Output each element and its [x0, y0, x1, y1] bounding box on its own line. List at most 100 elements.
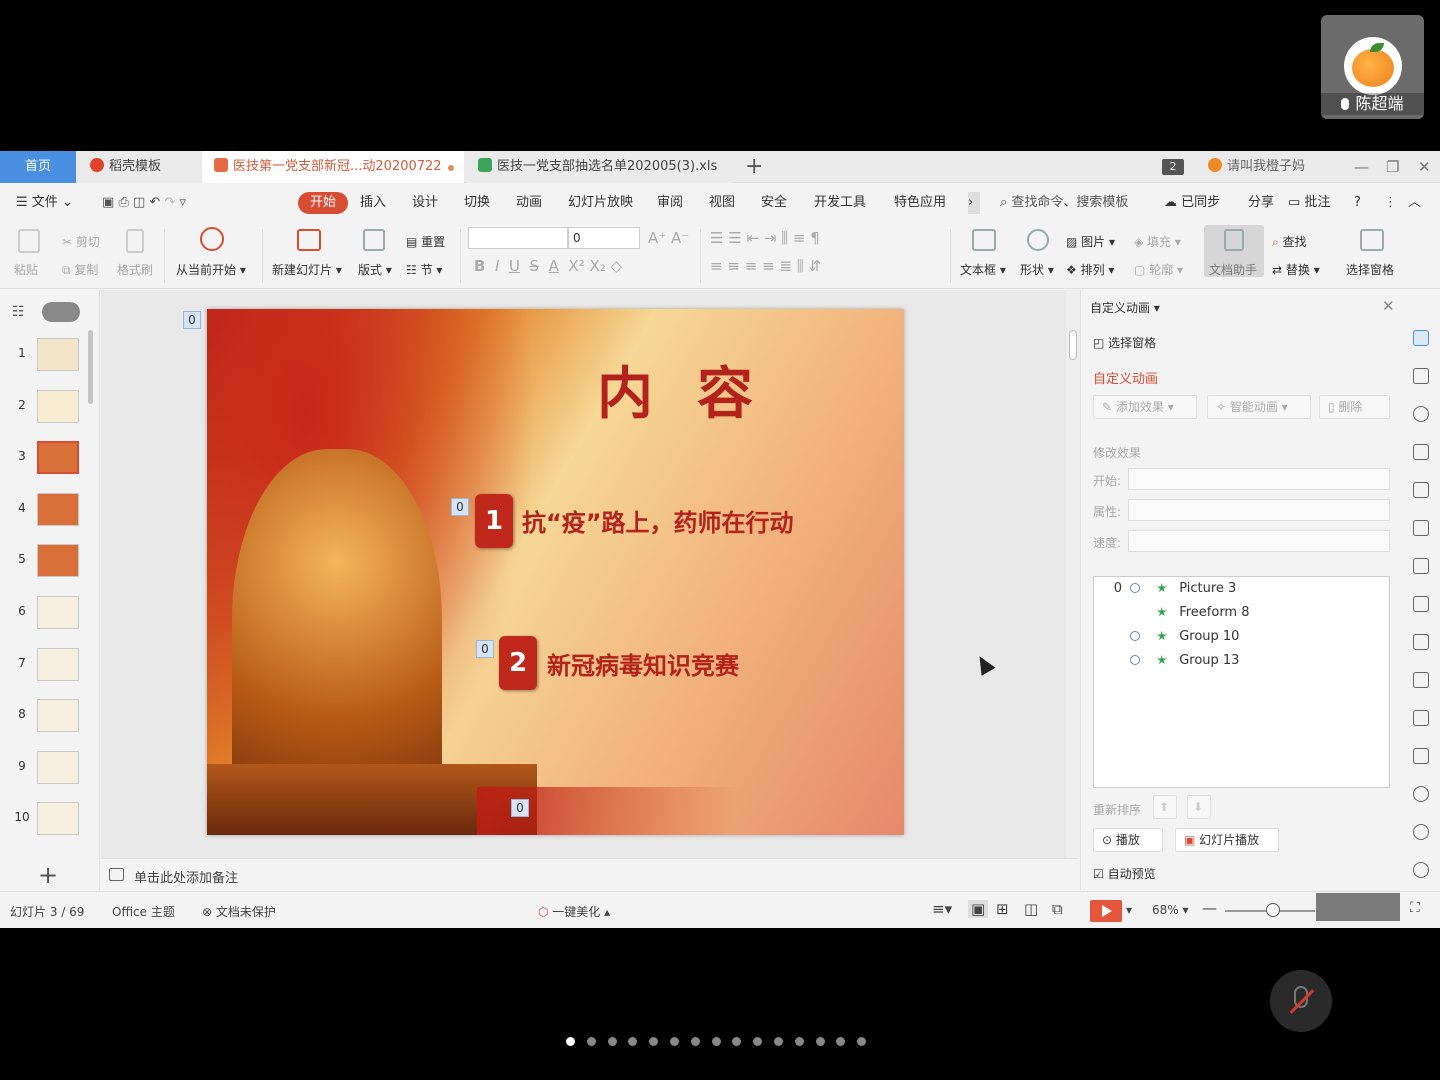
doc-helper-button[interactable]: 文档助手 [1204, 225, 1264, 277]
font-name-field[interactable] [468, 227, 568, 249]
page-dot[interactable] [607, 1037, 617, 1046]
sync-status[interactable]: ☁ 已同步 [1164, 192, 1220, 214]
smart-animation-button[interactable]: ✧ 智能动画 ▾ [1207, 395, 1311, 419]
pane-header[interactable]: 自定义动画 ▾ [1090, 299, 1160, 316]
move-up-icon[interactable]: ⬆ [1153, 795, 1177, 819]
page-dot[interactable] [711, 1037, 721, 1046]
select-pane-icon[interactable] [1360, 229, 1384, 251]
slide-thumbnail[interactable] [37, 389, 79, 423]
justify-icon[interactable]: ≡ [762, 257, 775, 275]
help-button[interactable]: ? [1354, 192, 1361, 214]
tab-home[interactable]: 首页 [0, 151, 76, 183]
zoom-out-icon[interactable]: — [1202, 899, 1217, 917]
slide-thumbnail[interactable] [37, 338, 79, 371]
print-icon[interactable]: ⎙ [118, 195, 128, 210]
normal-view-icon[interactable]: ▣ [968, 900, 989, 918]
notes-placeholder[interactable]: 单击此处添加备注 [134, 867, 238, 886]
subscript-icon[interactable]: X₂ [589, 257, 605, 275]
align-left-icon[interactable]: ≡ [710, 257, 723, 275]
mute-microphone-button[interactable] [1270, 970, 1332, 1032]
page-dot[interactable] [753, 1037, 763, 1046]
archive-icon[interactable] [1413, 672, 1429, 688]
menu-start[interactable]: 开始 [298, 192, 349, 214]
bullets-icon[interactable]: ☰ [710, 229, 723, 247]
slide-thumbnail[interactable] [37, 647, 79, 681]
theme-name[interactable]: Office 主题 [112, 903, 175, 920]
thumbnail-scrollbar[interactable] [88, 330, 93, 404]
alignment-buttons[interactable]: ≡ ≡ ≡ ≡ ≣ ⫼ ⇵ [710, 257, 821, 275]
indent-decrease-icon[interactable]: ⇤ [746, 229, 759, 247]
speed-select[interactable] [1128, 530, 1390, 552]
indent-increase-icon[interactable]: ⇥ [764, 229, 777, 247]
current-slide[interactable]: 内容 0 1 抗“疫”路上，药师在行动 0 2 新冠病毒知识竞赛 0 [207, 309, 904, 835]
page-dot[interactable] [857, 1037, 867, 1046]
arrange-button[interactable]: ❖ 排列 ▾ [1066, 261, 1114, 278]
menu-dev-tools[interactable]: 开发工具 [814, 192, 866, 214]
slideshow-button[interactable]: ▣ 幻灯片播放 [1175, 828, 1279, 852]
fit-window-icon[interactable]: ⛶ [1410, 900, 1420, 916]
menu-animation[interactable]: 动画 [516, 192, 542, 214]
new-slide-button[interactable]: 新建幻灯片 ▾ [272, 261, 342, 278]
text-box-button[interactable]: 文本框 ▾ [960, 261, 1006, 278]
property-select[interactable] [1128, 499, 1390, 521]
save-icon[interactable]: ▣ [102, 195, 114, 210]
select-pane-link[interactable]: ◰ 选择窗格 [1093, 334, 1156, 351]
move-down-icon[interactable]: ⬇ [1187, 795, 1211, 819]
participant-video-tile[interactable]: 陈超端 [1321, 15, 1424, 119]
slideshow-options-icon[interactable]: ▾ [1126, 903, 1132, 917]
settings-sliders-icon[interactable] [1413, 558, 1429, 574]
paragraph-icon[interactable]: ¶ [810, 229, 820, 247]
page-dot[interactable] [628, 1037, 638, 1046]
menu-design[interactable]: 设计 [412, 192, 438, 214]
effect-item[interactable]: Group 13 [1094, 649, 1239, 673]
layout-icon[interactable] [363, 229, 385, 251]
paste-button[interactable]: 粘贴 [14, 261, 38, 278]
slide-title[interactable]: 内容 [597, 349, 797, 430]
add-slide-icon[interactable]: + [38, 861, 58, 889]
menu-scroll-right[interactable]: › [968, 192, 980, 214]
menu-transition[interactable]: 切换 [464, 192, 490, 214]
comment-button[interactable]: ▭ 批注 [1288, 192, 1330, 214]
clear-format-icon[interactable]: ◇ [611, 257, 623, 275]
page-dot[interactable] [836, 1037, 846, 1046]
replace-button[interactable]: ⇄ 替换 ▾ [1272, 261, 1320, 278]
presenter-view-icon[interactable]: ⧉ [1052, 900, 1063, 918]
export-icon[interactable] [1413, 634, 1429, 650]
close-window-button[interactable]: ✕ [1418, 155, 1431, 179]
slide-editor-canvas[interactable]: 0 内容 0 1 抗“疫”路上，药师在行动 0 2 新冠病毒知识竞赛 0 [101, 290, 1080, 858]
new-slide-icon[interactable] [297, 229, 321, 251]
delete-button[interactable]: ▯ 删除 [1319, 395, 1390, 419]
tab-template[interactable]: 稻壳模板 [78, 151, 200, 183]
page-dot[interactable] [794, 1037, 804, 1046]
italic-icon[interactable]: I [495, 257, 499, 275]
line-spacing-icon[interactable]: ≡ [793, 229, 806, 247]
section-button[interactable]: ☷ 节 ▾ [406, 261, 442, 278]
beautify-button[interactable]: ⬡ 一键美化 ▴ [538, 903, 610, 920]
notes-toggle-icon[interactable]: ≡▾ [932, 900, 952, 918]
agenda-item-1[interactable]: 抗“疫”路上，药师在行动 [522, 503, 794, 538]
zoom-slider-knob[interactable] [1266, 903, 1280, 917]
convert-icon[interactable]: ⇵ [808, 257, 821, 275]
start-slideshow-button[interactable] [1090, 900, 1122, 922]
from-current-button[interactable]: 从当前开始 ▾ [176, 261, 246, 278]
slide-thumbnail[interactable] [37, 596, 79, 629]
bold-icon[interactable]: B [474, 257, 485, 275]
menu-security[interactable]: 安全 [761, 192, 787, 214]
slide-thumbnail[interactable] [37, 750, 79, 784]
cut-button[interactable]: ✂ 剪切 [62, 233, 100, 250]
slide-switch-icon[interactable] [1413, 368, 1429, 384]
collapse-ribbon-icon[interactable]: ︿ [1408, 192, 1421, 214]
reading-view-icon[interactable]: ◫ [1024, 900, 1038, 918]
history-icon[interactable] [1413, 824, 1429, 840]
fill-button[interactable]: ◈ 填充 ▾ [1134, 233, 1181, 250]
undo-icon[interactable]: ↶ [149, 195, 160, 210]
image-library-icon[interactable] [1413, 596, 1429, 612]
animation-order-tag[interactable]: 0 [451, 498, 469, 516]
window-count-badge[interactable]: 2 [1162, 159, 1184, 175]
format-painter-button[interactable]: 格式刷 [117, 261, 153, 278]
font-color-icon[interactable]: A [549, 257, 559, 275]
share-button[interactable]: 分享 [1248, 192, 1274, 214]
select-pane-button[interactable]: 选择窗格 [1346, 261, 1394, 278]
customize-icon[interactable]: ▿ [180, 195, 187, 210]
menu-file[interactable]: ☰ 文件 ⌄ [16, 192, 73, 214]
